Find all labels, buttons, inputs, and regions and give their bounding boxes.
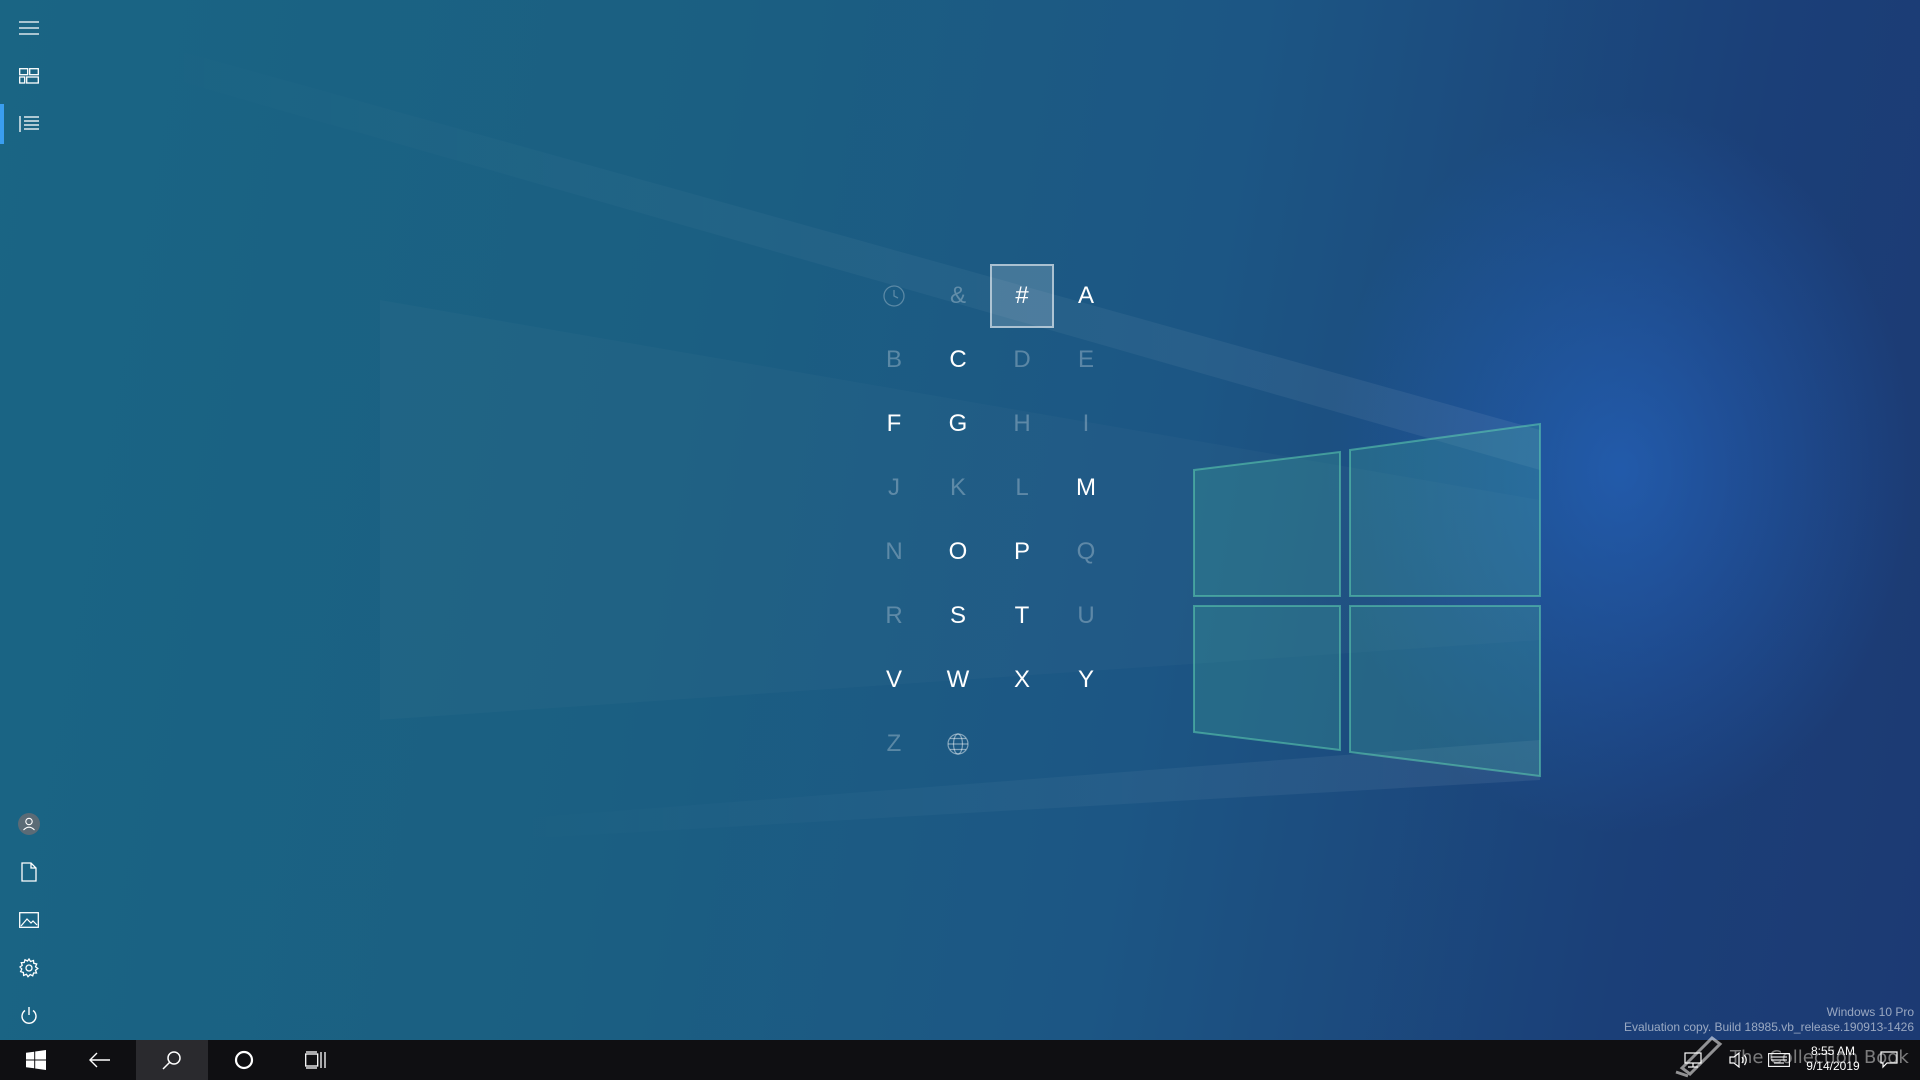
jump-letter-cell[interactable]: P [990, 520, 1054, 584]
tiles-view-icon [19, 68, 39, 84]
power-button[interactable] [0, 992, 58, 1040]
jump-letter-cell: & [949, 282, 966, 309]
alphabet-jump-grid: & # A B C D E F G H I J K L M N O P Q R S T U V W X Y Z [862, 264, 1118, 776]
power-icon [21, 1007, 37, 1024]
user-account-icon [18, 813, 40, 835]
back-arrow-icon [89, 1052, 110, 1068]
jump-letter-cell[interactable]: X [990, 648, 1054, 712]
jump-letter-cell: J [888, 474, 900, 501]
pictures-button[interactable] [0, 896, 58, 944]
start-button[interactable] [0, 1040, 72, 1080]
settings-button[interactable] [0, 944, 58, 992]
jump-letter-cell[interactable]: # [990, 264, 1054, 328]
documents-icon [21, 862, 37, 882]
jump-letter-cell: E [1077, 346, 1094, 373]
jump-letter-cell: Q [1076, 538, 1096, 565]
collection-book-logo [1675, 1036, 1723, 1078]
task-view-button[interactable] [280, 1040, 352, 1080]
jump-letter-cell: L [1015, 474, 1029, 501]
search-icon [162, 1051, 181, 1070]
jump-letter-cell: Z [886, 730, 902, 757]
jump-letter-cell[interactable]: C [926, 328, 990, 392]
all-apps-list-icon [19, 116, 39, 132]
pinned-tiles-button[interactable] [0, 52, 58, 100]
jump-letter-cell[interactable]: A [1054, 264, 1118, 328]
documents-button[interactable] [0, 848, 58, 896]
jump-letter-cell: B [885, 346, 902, 373]
task-view-icon [305, 1051, 326, 1069]
jump-letter-cell: K [949, 474, 966, 501]
jump-letter-cell: D [1013, 346, 1031, 373]
expand-menu-button[interactable] [0, 4, 58, 52]
jump-letter-cell[interactable]: F [862, 392, 926, 456]
user-account-button[interactable] [0, 800, 58, 848]
jump-letter-cell[interactable]: W [926, 648, 990, 712]
hamburger-menu-icon [19, 21, 39, 35]
jump-letter-cell[interactable]: Y [1054, 648, 1118, 712]
search-button[interactable] [136, 1040, 208, 1080]
windows-watermark: Windows 10 Pro Evaluation copy. Build 18… [1624, 1005, 1914, 1035]
jump-letter-cell: H [1013, 410, 1031, 437]
collection-book-text: The Collection Book [1730, 1047, 1909, 1068]
jump-cell-globe[interactable] [926, 712, 990, 776]
taskbar: 8:55 AM 9/14/2019 [0, 1040, 1920, 1080]
start-left-rail [0, 0, 58, 1040]
pictures-icon [19, 912, 39, 928]
jump-cell-recent-clock [862, 264, 926, 328]
jump-letter-cell[interactable]: S [926, 584, 990, 648]
cortana-circle-icon [234, 1050, 254, 1070]
jump-letter-cell: I [1082, 410, 1090, 437]
settings-gear-icon [19, 958, 39, 978]
cortana-button[interactable] [208, 1040, 280, 1080]
jump-letter-cell[interactable]: T [990, 584, 1054, 648]
jump-letter-cell: R [885, 602, 903, 629]
globe-icon [946, 732, 970, 756]
all-apps-button[interactable] [0, 100, 58, 148]
jump-letter-cell[interactable]: G [926, 392, 990, 456]
windows-start-icon [26, 1050, 46, 1070]
jump-letter-cell: U [1077, 602, 1095, 629]
jump-letter-cell[interactable]: O [926, 520, 990, 584]
watermark-edition: Windows 10 Pro [1826, 1005, 1914, 1019]
windows-logo-wallpaper [1193, 422, 1541, 778]
recent-clock-icon [882, 284, 906, 308]
back-button[interactable] [64, 1040, 136, 1080]
jump-letter-cell: N [885, 538, 903, 565]
jump-letter-cell[interactable]: V [862, 648, 926, 712]
jump-letter-cell[interactable]: M [1054, 456, 1118, 520]
